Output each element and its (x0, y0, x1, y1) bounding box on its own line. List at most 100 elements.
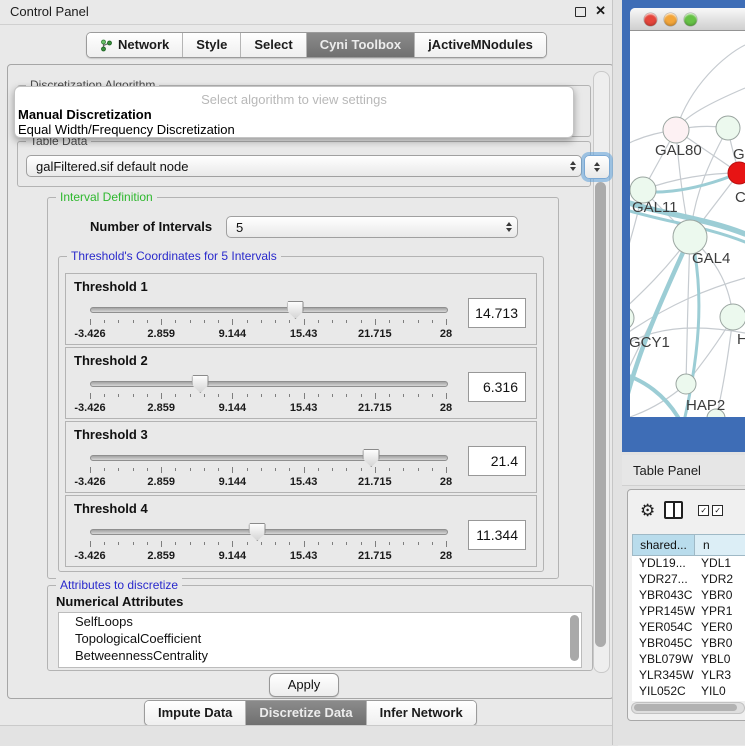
tab-impute-data[interactable]: Impute Data (145, 701, 246, 725)
tick-label: 21.715 (358, 402, 392, 414)
tick-mark (332, 542, 333, 545)
zoom-traffic-light-icon[interactable] (684, 13, 697, 26)
tick-mark (418, 468, 419, 471)
algorithm-option[interactable]: Equal Width/Frequency Discretization (15, 122, 573, 137)
table-hscrollbar[interactable] (631, 702, 745, 714)
node-HAP2[interactable] (676, 374, 696, 394)
table-row[interactable]: YIL052CYIL0 (632, 684, 745, 700)
slider-tick-labels: -3.4262.8599.14415.4321.71528 (90, 402, 446, 414)
tab-jactivemnodules[interactable]: jActiveMNodules (415, 33, 546, 57)
num-intervals-combo[interactable]: 5 (226, 216, 518, 238)
attribute-item[interactable]: TopologicalCoefficient (59, 630, 581, 647)
num-intervals-label: Number of Intervals (90, 219, 212, 234)
checkbox-icon[interactable]: ✓ (712, 505, 723, 516)
tick-mark (175, 542, 176, 545)
minimize-traffic-light-icon[interactable] (664, 13, 677, 26)
tick-mark (261, 320, 262, 323)
threshold-slider[interactable]: -3.4262.8599.14415.4321.71528 (90, 372, 446, 416)
tick-mark (118, 468, 119, 471)
threshold-value-field[interactable]: 11.344 (468, 520, 526, 550)
column-header-name[interactable]: n (695, 534, 745, 556)
table-row[interactable]: YLR345WYLR3 (632, 668, 745, 684)
tick-mark (104, 542, 105, 545)
close-panel-icon[interactable]: ✕ (595, 3, 606, 19)
gear-icon[interactable]: ⚙ (640, 502, 655, 519)
tick-mark (218, 542, 219, 545)
checkbox-icon[interactable]: ✓ (698, 505, 709, 516)
algorithm-combo-stepper[interactable] (584, 155, 610, 179)
attributes-list[interactable]: SelfLoopsTopologicalCoefficientBetweenne… (58, 612, 582, 668)
table-row[interactable]: YBL079WYBL0 (632, 652, 745, 668)
tick-mark (118, 320, 119, 323)
table-panel: ⚙ ✓ ✓ shared... n YDL19...YDL1YDR27...YD… (627, 489, 745, 721)
attribute-item[interactable]: SelfLoops (59, 613, 581, 630)
tick-mark (133, 542, 134, 545)
apply-button[interactable]: Apply (269, 673, 339, 697)
tick-mark (232, 319, 233, 325)
tick-mark (175, 394, 176, 397)
threshold-value-field[interactable]: 6.316 (468, 372, 526, 402)
tab-style[interactable]: Style (183, 33, 241, 57)
table-row[interactable]: YBR045CYBR0 (632, 636, 745, 652)
node-red[interactable] (728, 162, 745, 184)
panel-title: Control Panel (10, 4, 89, 19)
close-traffic-light-icon[interactable] (644, 13, 657, 26)
tab-infer-network[interactable]: Infer Network (367, 701, 476, 725)
slider-thumb[interactable] (249, 523, 266, 541)
attributes-list-scrollbar[interactable] (570, 615, 579, 661)
slider-thumb[interactable] (192, 375, 209, 393)
tick-mark (432, 394, 433, 397)
node-label-G: G. (733, 146, 745, 163)
table-row[interactable]: YDL19...YDL1 (632, 556, 745, 572)
tab-discretize-data[interactable]: Discretize Data (246, 701, 366, 725)
table-row[interactable]: YPR145WYPR1 (632, 604, 745, 620)
node-H[interactable] (720, 304, 745, 330)
attributes-group-title: Attributes to discretize (56, 578, 182, 592)
network-window: GAL80G.CGAL11GAL4GCY1HHAP2 (630, 8, 745, 417)
algorithm-option[interactable]: Manual Discretization (15, 107, 573, 122)
threshold-slider[interactable]: -3.4262.8599.14415.4321.71528 (90, 446, 446, 490)
tab-cyni-toolbox[interactable]: Cyni Toolbox (307, 33, 415, 57)
tab-select[interactable]: Select (241, 33, 306, 57)
slider-thumb[interactable] (363, 449, 380, 467)
tick-mark (204, 468, 205, 471)
table-panel-titlebar: Table Panel (622, 455, 745, 486)
node-GCY1[interactable] (630, 306, 634, 330)
tick-mark (346, 394, 347, 397)
threshold-slider[interactable]: -3.4262.8599.14415.4321.71528 (90, 520, 446, 564)
content-scrollbar-thumb[interactable] (595, 182, 606, 647)
table-row[interactable]: YDR27...YDR2 (632, 572, 745, 588)
network-icon (100, 39, 113, 52)
thresholds-group: Threshold's Coordinates for 5 Intervals … (58, 256, 544, 572)
tick-mark (304, 541, 305, 547)
tab-network[interactable]: Network (87, 33, 183, 57)
tick-label: 15.43 (290, 550, 318, 562)
node-G[interactable] (716, 116, 740, 140)
tab-label: Cyni Toolbox (320, 33, 401, 57)
cell-name: YIL0 (701, 684, 745, 700)
threshold-value-field[interactable]: 21.4 (468, 446, 526, 476)
threshold-value-field[interactable]: 14.713 (468, 298, 526, 328)
tick-label: -3.426 (74, 328, 105, 340)
tick-label: 15.43 (290, 476, 318, 488)
tick-label: 15.43 (290, 328, 318, 340)
tick-mark (261, 394, 262, 397)
table-row[interactable]: YER054CYER0 (632, 620, 745, 636)
tick-mark (275, 394, 276, 397)
tick-mark (375, 467, 376, 473)
columns-icon[interactable] (664, 501, 683, 519)
table-data-combo[interactable]: galFiltered.sif default node (26, 155, 582, 177)
table-row[interactable]: YBR043CYBR0 (632, 588, 745, 604)
attribute-item[interactable]: BetweennessCentrality (59, 647, 581, 664)
node-GAL80[interactable] (663, 117, 689, 143)
float-panel-icon[interactable] (575, 7, 586, 17)
network-canvas[interactable]: GAL80G.CGAL11GAL4GCY1HHAP2 (630, 30, 745, 417)
table-hscrollbar-thumb[interactable] (634, 704, 737, 711)
tick-mark (332, 394, 333, 397)
node-GAL4[interactable] (673, 220, 707, 254)
threshold-slider[interactable]: -3.4262.8599.14415.4321.71528 (90, 298, 446, 342)
slider-thumb[interactable] (287, 301, 304, 319)
tick-mark (147, 320, 148, 323)
tick-label: -3.426 (74, 550, 105, 562)
column-header-shared-name[interactable]: shared... (632, 534, 695, 556)
